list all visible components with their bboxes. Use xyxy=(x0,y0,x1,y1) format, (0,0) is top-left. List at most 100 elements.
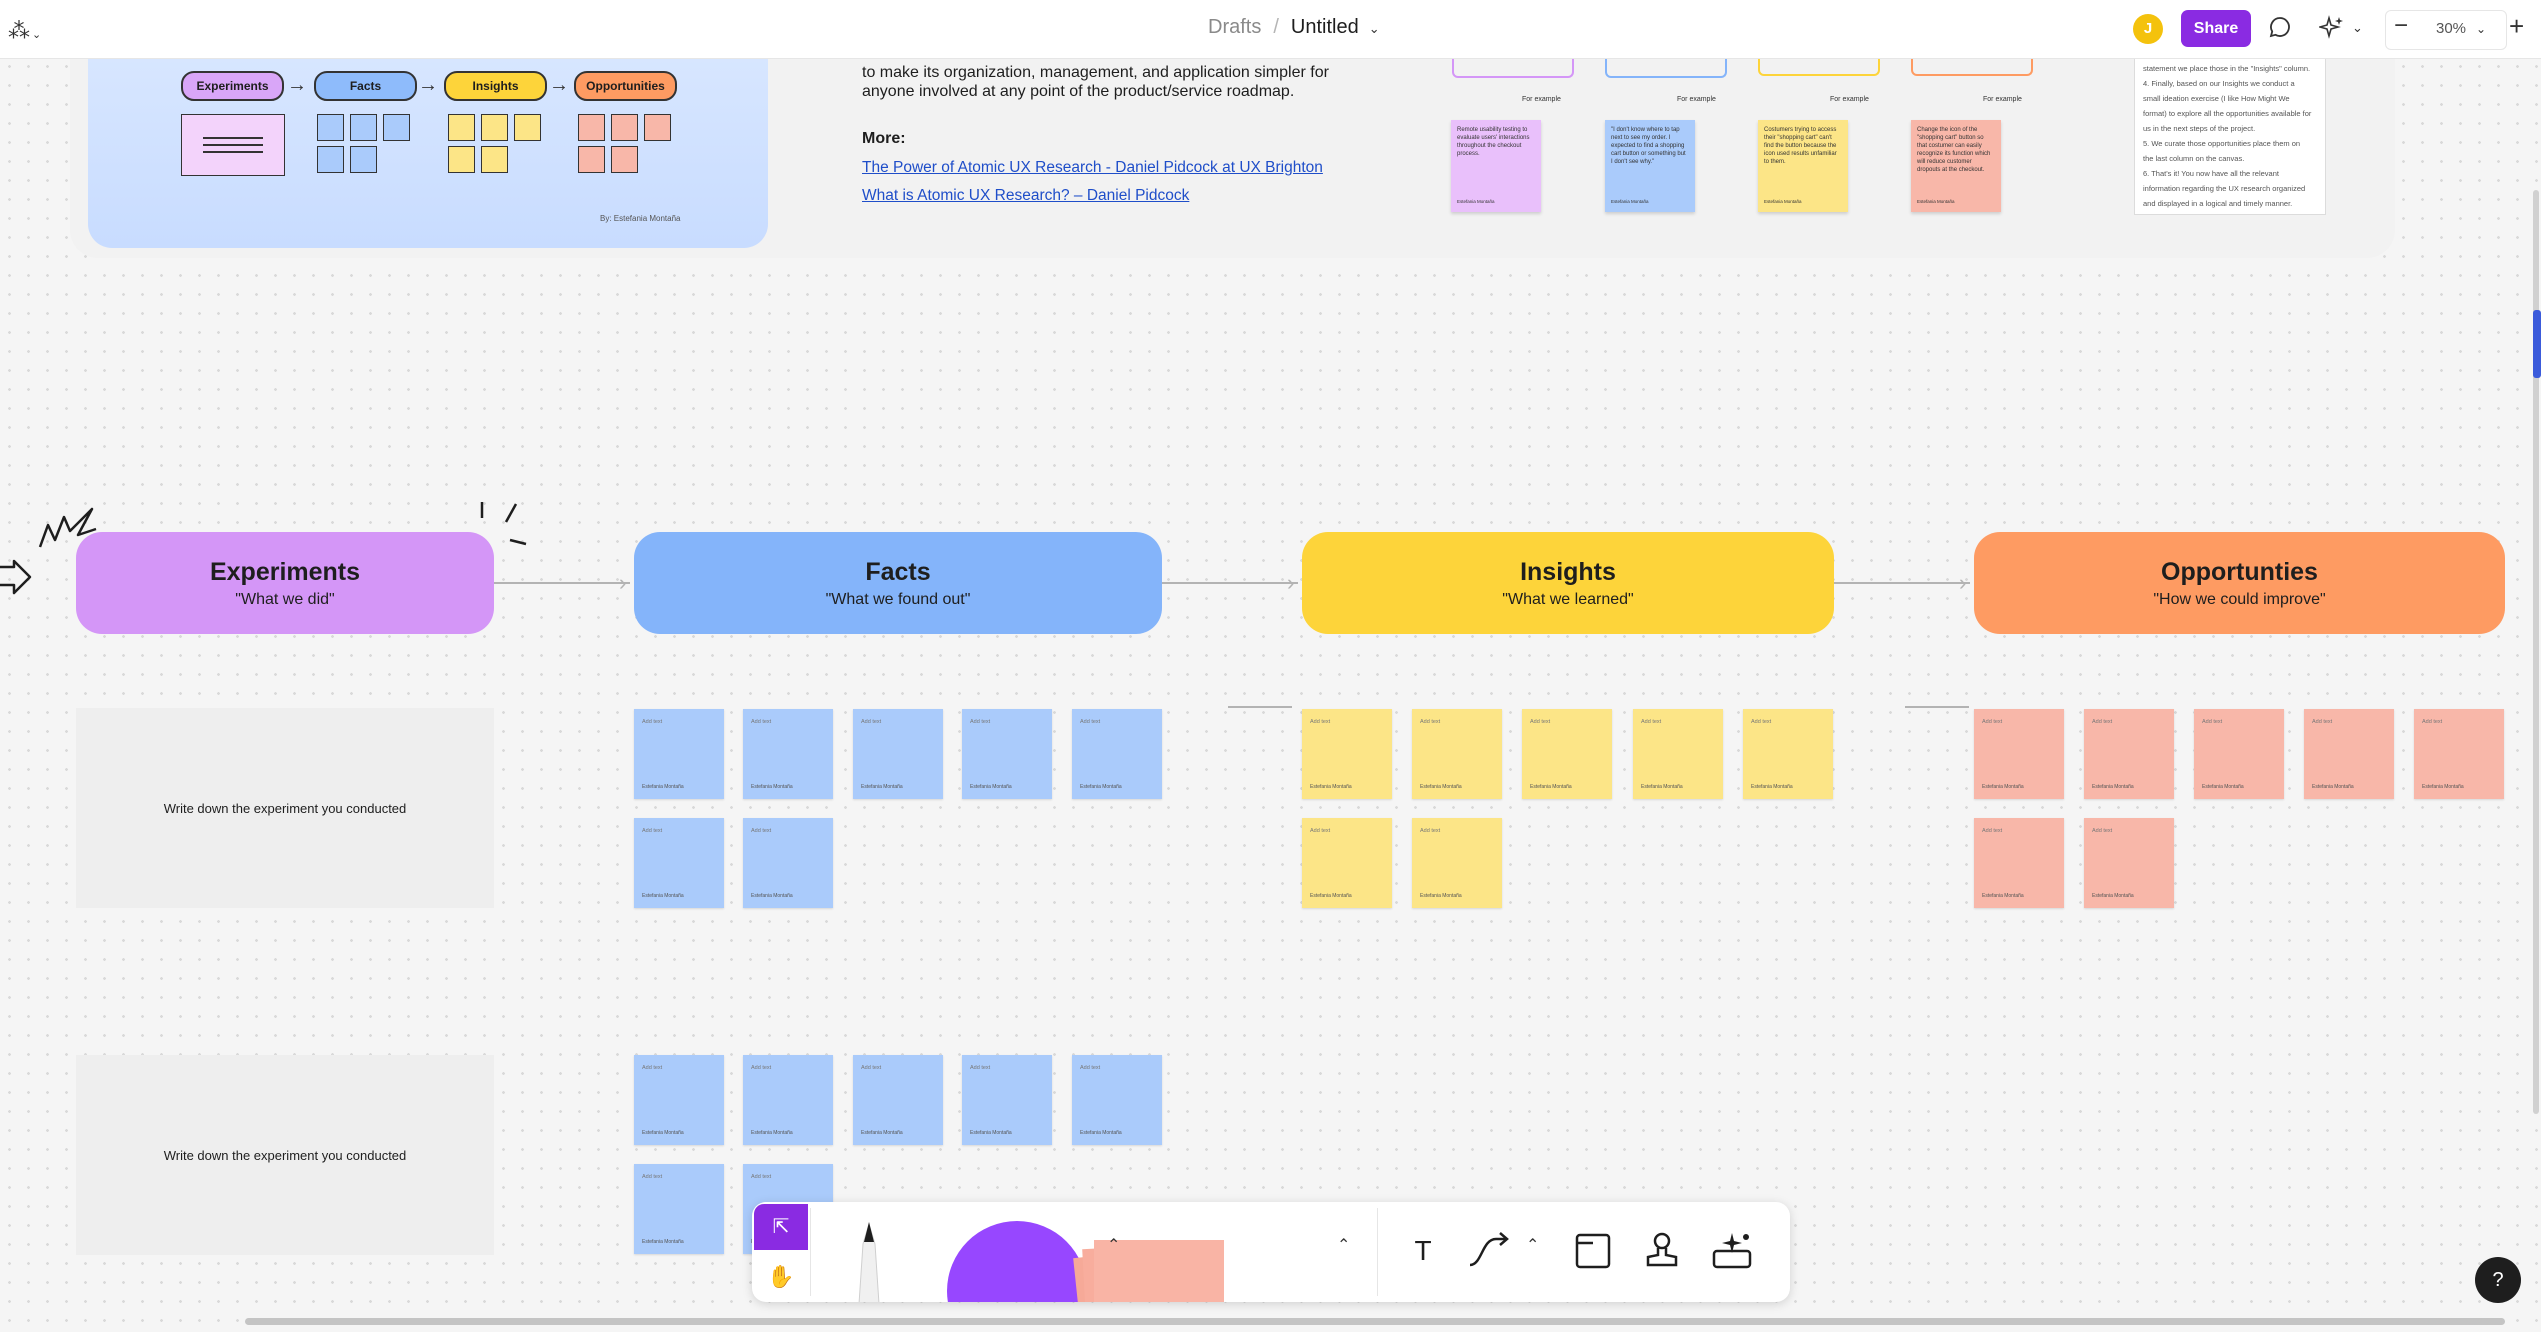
toolbar-divider xyxy=(810,1208,811,1296)
sticky-note[interactable]: Add textEstefania Montaña xyxy=(2194,709,2284,799)
ai-sparkle-icon[interactable] xyxy=(2317,15,2345,45)
chevron-up-icon[interactable]: ⌃ xyxy=(1337,1235,1350,1255)
example-top-box xyxy=(1911,58,2033,76)
sticky-note[interactable]: Add textEstefania Montaña xyxy=(1072,1055,1162,1145)
example-top-box xyxy=(1605,58,1727,78)
header-title: Insights xyxy=(1520,558,1616,586)
header-title: Experiments xyxy=(209,558,361,586)
header-facts[interactable]: Facts "What we found out" xyxy=(634,532,1162,634)
sticky-note[interactable]: Add textEstefania Montaña xyxy=(1302,818,1392,908)
toolbar-divider xyxy=(1377,1208,1378,1296)
instructions-doc[interactable]: statement we place those in the "Insight… xyxy=(2134,58,2326,215)
sticky-note[interactable]: Add textEstefania Montaña xyxy=(2084,818,2174,908)
stamp-tool-icon[interactable] xyxy=(1636,1225,1688,1277)
divider-line xyxy=(1905,706,1969,708)
header-experiments[interactable]: Experiments "What we did" xyxy=(76,532,494,634)
arrowhead-icon: › xyxy=(1287,570,1295,595)
sticky-note[interactable]: Add textEstefania Montaña xyxy=(2084,709,2174,799)
pen-icon[interactable] xyxy=(842,1214,896,1302)
experiment-box[interactable]: Write down the experiment you conducted xyxy=(76,708,494,908)
sticky-note[interactable]: Add textEstefania Montaña xyxy=(634,818,724,908)
main-menu-logo-icon[interactable]: ⁂ ⌄ xyxy=(8,18,41,44)
connector-tool-icon[interactable] xyxy=(1462,1225,1514,1277)
zoom-level[interactable]: 30% xyxy=(2436,20,2466,37)
sticky-note[interactable]: Add textEstefania Montaña xyxy=(853,709,943,799)
sticky-note[interactable]: Add textEstefania Montaña xyxy=(2414,709,2504,799)
example-card-insight[interactable]: Costumers trying to access their "shoppi… xyxy=(1758,120,1848,212)
sticky-note[interactable]: Add textEstefania Montaña xyxy=(634,1055,724,1145)
sticky-note[interactable]: Add textEstefania Montaña xyxy=(1072,709,1162,799)
example-top-box xyxy=(1452,58,1574,78)
sticky-note[interactable]: Add textEstefania Montaña xyxy=(634,709,724,799)
top-bar: ⁂ ⌄ Drafts / Untitled ⌄ J Share ⌄ − 30% ⌄ + xyxy=(0,0,2541,59)
breadcrumb-drafts[interactable]: Drafts xyxy=(1208,16,1261,38)
doc-line: small ideation exercise (I like How Migh… xyxy=(2143,94,2290,103)
mini-sticky xyxy=(317,146,344,173)
chevron-up-icon[interactable]: ⌃ xyxy=(1526,1235,1539,1255)
mini-experiment-note xyxy=(181,114,285,176)
move-tool-button[interactable]: ⇱ xyxy=(754,1204,808,1250)
sticky-note[interactable]: Add textEstefania Montaña xyxy=(634,1164,724,1254)
actions-tool-icon[interactable] xyxy=(1706,1225,1758,1277)
share-button[interactable]: Share xyxy=(2181,10,2251,47)
connector-line[interactable] xyxy=(1834,582,1970,584)
sticky-note[interactable]: Add textEstefania Montaña xyxy=(1633,709,1723,799)
chevron-down-icon[interactable]: ⌄ xyxy=(2476,22,2486,36)
chevron-down-icon[interactable]: ⌄ xyxy=(2352,20,2363,36)
header-title: Opportunties xyxy=(2161,558,2318,586)
mini-sticky xyxy=(514,114,541,141)
sticky-note[interactable]: Add textEstefania Montaña xyxy=(2304,709,2394,799)
zoom-out-icon[interactable]: − xyxy=(2394,12,2408,40)
reference-description: to make its organization, management, an… xyxy=(862,64,1329,100)
mini-sticky xyxy=(481,114,508,141)
header-title: Facts xyxy=(865,558,931,586)
avatar[interactable]: J xyxy=(2133,14,2163,44)
sticky-note[interactable]: Add textEstefania Montaña xyxy=(1302,709,1392,799)
header-insights[interactable]: Insights "What we learned" xyxy=(1302,532,1834,634)
link-power-of-atomic-ux[interactable]: The Power of Atomic UX Research - Daniel… xyxy=(862,159,1323,177)
header-opportunities[interactable]: Opportunties "How we could improve" xyxy=(1974,532,2505,634)
hand-tool-icon[interactable]: ✋ xyxy=(754,1254,808,1300)
doc-line: information regarding the UX research or… xyxy=(2143,184,2306,193)
chevron-down-icon[interactable]: ⌄ xyxy=(1369,21,1380,36)
header-subtitle: "What we did" xyxy=(235,591,335,608)
connector-line[interactable] xyxy=(494,582,630,584)
mini-sticky xyxy=(644,114,671,141)
sticky-note[interactable]: Add textEstefania Montaña xyxy=(1412,818,1502,908)
link-what-is-atomic-ux[interactable]: What is Atomic UX Research? – Daniel Pid… xyxy=(862,187,1189,205)
zoom-in-icon[interactable]: + xyxy=(2509,11,2524,42)
text-tool-icon[interactable]: T xyxy=(1397,1225,1449,1277)
sticky-note[interactable]: Add textEstefania Montaña xyxy=(743,709,833,799)
sticky-note[interactable]: Add textEstefania Montaña xyxy=(962,709,1052,799)
sticky-note[interactable]: Add textEstefania Montaña xyxy=(743,1055,833,1145)
mini-sticky xyxy=(611,114,638,141)
example-card-opportunity[interactable]: Change the icon of the "shopping cart" b… xyxy=(1911,120,2001,212)
horizontal-scrollbar[interactable] xyxy=(245,1318,2505,1325)
sticky-note[interactable]: Add textEstefania Montaña xyxy=(1412,709,1502,799)
sticky-note[interactable]: Add textEstefania Montaña xyxy=(962,1055,1052,1145)
sticky-note[interactable]: Add textEstefania Montaña xyxy=(1974,709,2064,799)
help-button[interactable]: ? xyxy=(2475,1257,2521,1303)
example-card-fact[interactable]: "I don't know where to tap next to see m… xyxy=(1605,120,1695,212)
sticky-note[interactable]: Add textEstefania Montaña xyxy=(853,1055,943,1145)
sticky-stack-icon[interactable] xyxy=(1064,1222,1224,1302)
sticky-note[interactable]: Add textEstefania Montaña xyxy=(1743,709,1833,799)
sticky-note[interactable]: Add textEstefania Montaña xyxy=(1522,709,1612,799)
experiment-placeholder: Write down the experiment you conducted xyxy=(163,1148,407,1163)
connector-line[interactable] xyxy=(1162,582,1298,584)
more-heading: More: xyxy=(862,130,906,147)
for-example-label: For example xyxy=(1983,96,2022,103)
chevron-up-icon[interactable]: ⌃ xyxy=(1107,1235,1120,1255)
file-name[interactable]: Untitled xyxy=(1291,16,1359,38)
mini-pill-experiments: Experiments xyxy=(181,71,284,101)
comment-icon[interactable] xyxy=(2268,15,2292,45)
experiment-box[interactable]: Write down the experiment you conducted xyxy=(76,1055,494,1255)
sticky-note[interactable]: Add textEstefania Montaña xyxy=(743,818,833,908)
mini-pill-insights: Insights xyxy=(444,71,547,101)
for-example-label: For example xyxy=(1830,96,1869,103)
doc-line: 6. That's it! You now have all the relev… xyxy=(2143,169,2279,178)
section-tool-icon[interactable] xyxy=(1567,1225,1619,1277)
example-card-experiment[interactable]: Remote usability testing to evaluate use… xyxy=(1451,120,1541,212)
sticky-note[interactable]: Add textEstefania Montaña xyxy=(1974,818,2064,908)
mini-arrow-icon: → xyxy=(549,74,569,96)
